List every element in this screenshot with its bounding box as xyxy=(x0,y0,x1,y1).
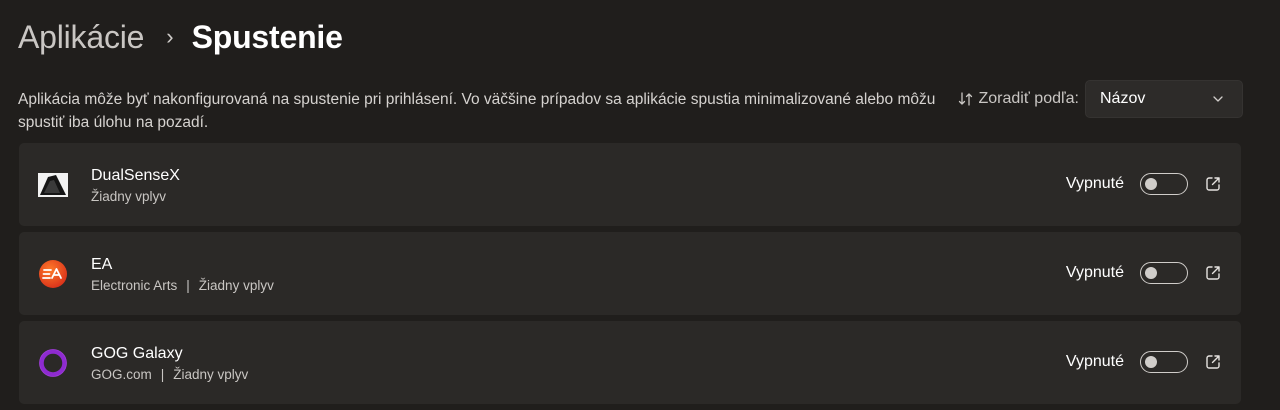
app-info: GOG Galaxy GOG.com | Žiadny vplyv xyxy=(91,344,248,384)
sort-label-group: Zoradiť podľa: xyxy=(957,90,1080,108)
status-label: Vypnuté xyxy=(1065,175,1124,192)
list-item: GOG Galaxy GOG.com | Žiadny vplyv Vypnut… xyxy=(19,321,1241,404)
app-name: DualSenseX xyxy=(91,167,180,184)
app-impact: Žiadny vplyv xyxy=(198,278,274,293)
list-item: EA Electronic Arts | Žiadny vplyv Vypnut… xyxy=(19,232,1241,315)
gog-galaxy-icon xyxy=(37,348,69,378)
startup-app-list: DualSenseX Žiadny vplyv Vypnuté EA Elect… xyxy=(19,143,1241,410)
open-external-icon[interactable] xyxy=(1204,175,1222,193)
app-name: GOG Galaxy xyxy=(91,345,183,362)
app-info: EA Electronic Arts | Žiadny vplyv xyxy=(91,255,274,295)
toggle-knob xyxy=(1145,266,1157,279)
details-separator: | xyxy=(186,278,190,293)
startup-toggle[interactable] xyxy=(1140,351,1188,373)
breadcrumb: Aplikácie › Spustenie xyxy=(18,14,343,60)
toggle-knob xyxy=(1145,355,1157,368)
app-impact: Žiadny vplyv xyxy=(173,367,249,382)
open-external-icon[interactable] xyxy=(1204,264,1222,282)
app-details: Žiadny vplyv xyxy=(91,188,180,206)
chevron-down-icon xyxy=(1212,93,1224,105)
status-label: Vypnuté xyxy=(1065,353,1124,370)
startup-toggle[interactable] xyxy=(1140,173,1188,195)
app-publisher: Electronic Arts xyxy=(91,278,178,293)
page-description: Aplikácia môže byť nakonfigurovaná na sp… xyxy=(18,91,936,131)
app-impact: Žiadny vplyv xyxy=(91,189,167,204)
settings-page: Aplikácie › Spustenie Aplikácia môže byť… xyxy=(0,0,1280,410)
page-title: Spustenie xyxy=(191,18,343,55)
sort-label: Zoradiť podľa: xyxy=(978,90,1080,107)
toggle-knob xyxy=(1145,177,1157,190)
app-name: EA xyxy=(91,256,113,273)
sort-arrows-icon xyxy=(957,90,975,108)
dualsensex-icon xyxy=(37,170,69,200)
sort-dropdown-value: Názov xyxy=(1100,90,1146,107)
startup-toggle[interactable] xyxy=(1140,262,1188,284)
list-item: DualSenseX Žiadny vplyv Vypnuté xyxy=(19,143,1241,226)
status-label: Vypnuté xyxy=(1065,264,1124,281)
sort-dropdown[interactable]: Názov xyxy=(1085,80,1243,118)
app-publisher: GOG.com xyxy=(91,367,152,382)
breadcrumb-parent-link[interactable]: Aplikácie xyxy=(18,19,144,56)
open-external-icon[interactable] xyxy=(1204,353,1222,371)
details-separator: | xyxy=(160,367,165,382)
app-details: Electronic Arts | Žiadny vplyv xyxy=(91,277,274,295)
ea-icon xyxy=(37,259,69,289)
app-info: DualSenseX Žiadny vplyv xyxy=(91,166,180,206)
app-details: GOG.com | Žiadny vplyv xyxy=(91,366,248,384)
sort-control: Zoradiť podľa: Názov xyxy=(957,80,1243,118)
breadcrumb-separator-icon: › xyxy=(166,24,174,49)
